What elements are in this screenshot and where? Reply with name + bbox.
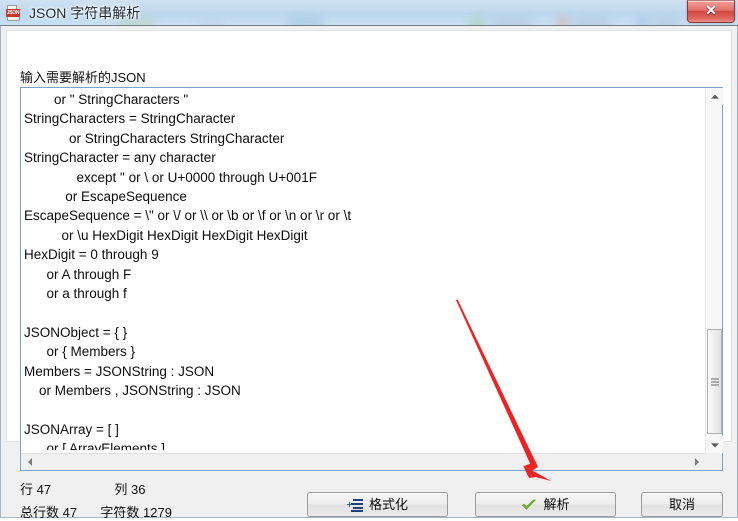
char-count-indicator: 字符数 1279	[100, 502, 172, 521]
glass-blur-decor	[636, 19, 650, 25]
scroll-right-icon[interactable]	[688, 454, 705, 470]
json-input-content[interactable]: or " StringCharacters " StringCharacters…	[24, 90, 702, 450]
format-list-icon	[346, 498, 363, 512]
window-titlebar: JSON JSON 字符串解析 ✕	[0, 0, 738, 26]
glass-blur-decor	[196, 18, 226, 25]
glass-blur-decor	[556, 19, 570, 25]
line-value: 47	[36, 482, 52, 497]
cancel-button-label: 取消	[668, 497, 695, 512]
status-row-counts: 总行数 47 字符数 1279	[20, 502, 172, 521]
scroll-down-icon[interactable]	[706, 436, 723, 453]
green-check-icon	[521, 498, 537, 512]
glass-blur-decor	[574, 19, 610, 25]
scroll-left-icon[interactable]	[21, 454, 38, 470]
vertical-scrollbar-thumb[interactable]	[707, 329, 722, 434]
json-input-textarea[interactable]: or " StringCharacters " StringCharacters…	[20, 87, 723, 471]
cancel-button[interactable]: 取消	[641, 492, 723, 517]
scrollbar-corner	[705, 453, 722, 470]
glass-blur-decor	[288, 17, 322, 25]
window-title: JSON 字符串解析	[29, 5, 141, 21]
status-row-position: 行 47 列 36	[20, 479, 145, 498]
close-glyph: ✕	[705, 2, 717, 18]
line-label: 行	[20, 482, 34, 497]
format-button[interactable]: 格式化	[307, 492, 448, 517]
parse-button-label: 解析	[543, 497, 570, 512]
scrollbar-grip-icon	[710, 378, 719, 385]
column-indicator: 列 36	[114, 479, 145, 498]
window-client-area: 输入需要解析的JSON or " StringCharacters " Stri…	[0, 26, 738, 521]
titlebar-title-group: JSON JSON 字符串解析	[6, 2, 140, 24]
parse-button[interactable]: 解析	[475, 492, 616, 517]
vertical-scrollbar[interactable]	[705, 88, 723, 453]
glass-blur-decor	[492, 19, 532, 25]
glass-blur-decor	[470, 19, 486, 25]
horizontal-scrollbar[interactable]	[21, 453, 705, 470]
json-input-text: or " StringCharacters " StringCharacters…	[24, 92, 352, 450]
glass-blur-decor	[654, 19, 680, 25]
json-document-icon: JSON	[6, 5, 22, 21]
line-indicator: 行 47	[20, 479, 51, 498]
scroll-up-icon[interactable]	[706, 88, 723, 105]
total-lines-indicator: 总行数 47	[20, 502, 77, 521]
prompt-label: 输入需要解析的JSON	[20, 70, 146, 85]
column-value: 36	[131, 482, 146, 497]
format-button-label: 格式化	[368, 497, 408, 512]
close-icon[interactable]: ✕	[687, 0, 735, 23]
json-parser-window: JSON JSON 字符串解析 ✕ 输入需要解析的JSON or " Strin…	[0, 0, 738, 521]
column-label: 列	[114, 482, 128, 497]
